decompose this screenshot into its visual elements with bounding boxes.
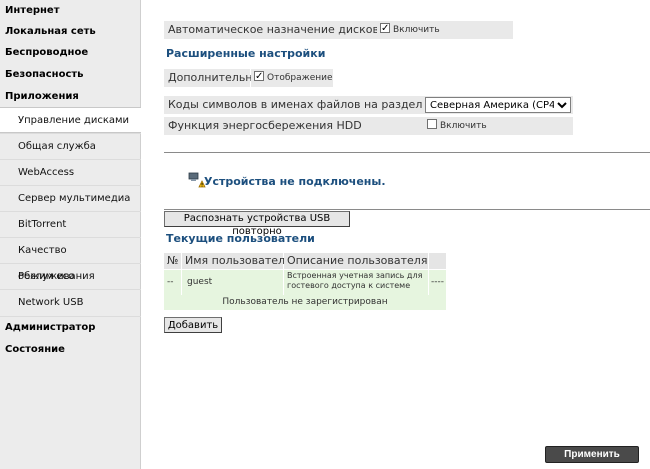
divider-bottom	[164, 209, 650, 210]
usb-auto-assign-label: Автоматическое назначение дисков USB	[164, 21, 513, 39]
sidebar-item-internet[interactable]: Интернет	[0, 0, 141, 22]
display-option[interactable]: Отображение	[251, 68, 333, 87]
sidebar-item-webaccess[interactable]: WebAccess	[0, 159, 141, 185]
hdd-power-saving-checkbox-label: Включить	[440, 121, 487, 131]
user-row-number: --	[164, 270, 181, 295]
hdd-power-saving-label: Функция энергосбережения HDD	[164, 117, 423, 135]
no-registered-user-message: Пользователь не зарегистрирован	[164, 295, 446, 310]
sidebar-item-security[interactable]: Безопасность	[0, 64, 141, 86]
divider-top	[164, 152, 650, 153]
apply-button[interactable]: Применить	[545, 446, 639, 463]
sidebar-item-disk-management[interactable]: Управление дисками	[0, 107, 141, 133]
user-row-description-line1: Встроенная учетная запись для	[287, 271, 423, 280]
user-row-description-line2: гостевого доступа к системе	[287, 281, 411, 290]
user-row-extra: ----	[429, 270, 446, 295]
sidebar-item-qos[interactable]: Качество обслуживания	[0, 237, 141, 282]
sidebar-item-network-usb[interactable]: Network USB	[0, 289, 141, 315]
user-row-description: Встроенная учетная запись для гостевого …	[284, 270, 428, 295]
users-col-description: Описание пользователя	[284, 253, 428, 269]
sidebar-item-shared-service[interactable]: Общая служба	[0, 133, 141, 159]
usb-auto-assign-checkbox[interactable]	[380, 20, 390, 38]
usb-auto-assign-option[interactable]: Включить	[377, 20, 440, 39]
fat-charset-select[interactable]: Северная Америка (CP437)	[425, 97, 571, 113]
fat-charset-label: Коды символов в именах файлов на раздела…	[164, 96, 458, 114]
main-content: Автоматическое назначение дисков USB Вкл…	[141, 0, 650, 469]
sidebar-item-media-server[interactable]: Сервер мультимедиа	[0, 185, 141, 211]
users-col-number: №	[164, 253, 181, 269]
hdd-power-saving-checkbox[interactable]	[427, 119, 437, 129]
sidebar: Интернет Локальная сеть Беспроводное Без…	[0, 0, 141, 469]
advanced-settings-title: Расширенные настройки	[166, 47, 326, 60]
sidebar-item-status[interactable]: Состояние	[0, 339, 141, 361]
hdd-power-saving-option[interactable]: Включить	[423, 117, 573, 135]
display-checkbox-label: Отображение	[267, 73, 333, 83]
no-devices-message: Устройства не подключены.	[204, 175, 386, 188]
usb-auto-assign-checkbox-label: Включить	[393, 25, 440, 35]
current-users-title: Текущие пользователи	[166, 232, 315, 245]
display-checkbox[interactable]	[254, 68, 264, 86]
sidebar-item-administrator[interactable]: Администратор	[0, 316, 141, 338]
users-col-extra	[429, 253, 446, 269]
additional-label: Дополнительно	[164, 69, 259, 87]
sidebar-item-bittorrent[interactable]: BitTorrent	[0, 211, 141, 237]
sidebar-item-lan[interactable]: Локальная сеть	[0, 21, 141, 43]
users-col-name: Имя пользователя	[182, 253, 292, 269]
user-row-name: guest	[182, 270, 283, 295]
rescan-usb-button[interactable]: Распознать устройства USB повторно	[164, 211, 350, 237]
sidebar-item-wireless[interactable]: Беспроводное	[0, 42, 141, 64]
sidebar-item-eco-mode[interactable]: Режим eco	[0, 263, 141, 289]
add-user-button[interactable]: Добавить	[164, 317, 222, 333]
sidebar-item-applications[interactable]: Приложения	[0, 86, 141, 108]
